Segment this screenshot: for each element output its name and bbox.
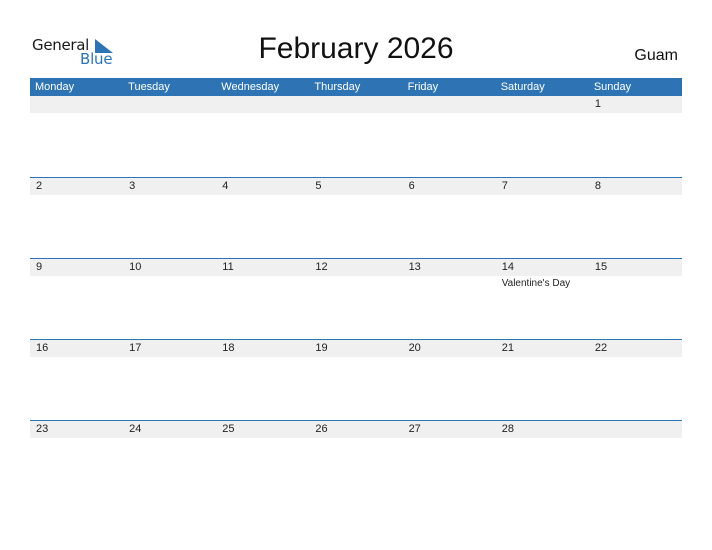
weekday-tuesday: Tuesday	[128, 81, 170, 93]
day-number[interactable]	[30, 96, 123, 113]
day-event	[123, 113, 216, 115]
day-event	[216, 357, 309, 359]
day-number[interactable]: 20	[403, 340, 496, 357]
day-number[interactable]: 12	[309, 259, 402, 276]
day-event	[30, 113, 123, 115]
events-row	[30, 438, 682, 440]
day-event	[589, 113, 682, 115]
day-event	[309, 113, 402, 115]
events-row	[30, 357, 682, 359]
day-event	[403, 357, 496, 359]
day-number[interactable]: 19	[309, 340, 402, 357]
day-number[interactable]: 9	[30, 259, 123, 276]
day-number[interactable]: 17	[123, 340, 216, 357]
date-strip: 2345678	[30, 178, 682, 195]
day-event	[309, 357, 402, 359]
day-event	[216, 113, 309, 115]
day-event	[589, 276, 682, 289]
day-number[interactable]: 23	[30, 421, 123, 438]
day-event	[309, 276, 402, 289]
weekday-header: Monday Tuesday Wednesday Thursday Friday…	[30, 78, 682, 96]
day-event	[403, 113, 496, 115]
day-number[interactable]: 15	[589, 259, 682, 276]
events-row	[30, 195, 682, 197]
day-event	[30, 438, 123, 440]
day-number[interactable]: 18	[216, 340, 309, 357]
day-number[interactable]: 28	[496, 421, 589, 438]
day-number[interactable]: 4	[216, 178, 309, 195]
day-event	[123, 276, 216, 289]
page-title: February 2026	[258, 32, 454, 65]
events-row: Valentine's Day	[30, 276, 682, 289]
day-event	[30, 276, 123, 289]
day-event	[30, 357, 123, 359]
day-event	[30, 195, 123, 197]
date-strip: 1	[30, 96, 682, 113]
day-event	[589, 357, 682, 359]
weekday-friday: Friday	[407, 81, 439, 93]
week-row: 1	[30, 96, 682, 177]
day-number[interactable]: 16	[30, 340, 123, 357]
day-event	[403, 276, 496, 289]
day-number[interactable]	[216, 96, 309, 113]
day-number[interactable]: 1	[589, 96, 682, 113]
day-event	[123, 438, 216, 440]
day-event	[496, 195, 589, 197]
day-number[interactable]: 13	[403, 259, 496, 276]
calendar-grid: Monday Tuesday Wednesday Thursday Friday…	[30, 78, 682, 501]
events-row	[30, 113, 682, 115]
day-event	[216, 438, 309, 440]
day-number[interactable]: 2	[30, 178, 123, 195]
day-event	[309, 195, 402, 197]
day-number[interactable]: 14	[496, 259, 589, 276]
weekday-wednesday: Wednesday	[221, 81, 280, 93]
day-event	[216, 276, 309, 289]
weekday-sunday: Sunday	[593, 81, 632, 93]
day-event	[216, 195, 309, 197]
day-number[interactable]	[309, 96, 402, 113]
region-label: Guam	[634, 47, 678, 64]
weekday-thursday: Thursday	[314, 81, 361, 93]
week-row: 16 17 18 19 20 21 22	[30, 339, 682, 420]
day-number[interactable]: 27	[403, 421, 496, 438]
day-number[interactable]: 8	[589, 178, 682, 195]
day-event: Valentine's Day	[501, 278, 571, 289]
day-number[interactable]	[496, 96, 589, 113]
week-row: 9 10 11 12 13 14 15 Valentine's Day	[30, 258, 682, 339]
date-strip: 16 17 18 19 20 21 22	[30, 340, 682, 357]
day-number[interactable]: 7	[496, 178, 589, 195]
day-number[interactable]: 6	[403, 178, 496, 195]
day-event	[403, 195, 496, 197]
day-event	[123, 195, 216, 197]
day-event	[496, 113, 589, 115]
day-number[interactable]: 11	[216, 259, 309, 276]
day-event	[496, 438, 589, 440]
day-number[interactable]	[589, 421, 682, 438]
weekday-saturday: Saturday	[500, 81, 545, 93]
weeks-container: 1 2 3 4 5 6 7 8 9 10 11 12 13 14 15 Valentine's Day 16 17…	[30, 96, 682, 501]
day-number[interactable]: 3	[123, 178, 216, 195]
day-event	[589, 438, 682, 440]
day-number[interactable]	[403, 96, 496, 113]
date-strip: 23 24 25 26 27 28	[30, 421, 682, 438]
day-number[interactable]: 22	[589, 340, 682, 357]
weekday-monday: Monday	[35, 81, 75, 93]
day-event	[123, 357, 216, 359]
day-number[interactable]	[123, 96, 216, 113]
day-event	[496, 357, 589, 359]
day-number[interactable]: 21	[496, 340, 589, 357]
day-number[interactable]: 10	[123, 259, 216, 276]
day-event	[403, 438, 496, 440]
date-strip: 9 10 11 12 13 14 15	[30, 259, 682, 276]
day-number[interactable]: 24	[123, 421, 216, 438]
week-row: 2345678	[30, 177, 682, 258]
day-number[interactable]: 25	[216, 421, 309, 438]
day-number[interactable]: 26	[309, 421, 402, 438]
week-row: 23 24 25 26 27 28	[30, 420, 682, 501]
day-event	[309, 438, 402, 440]
day-number[interactable]: 5	[309, 178, 402, 195]
day-event	[589, 195, 682, 197]
